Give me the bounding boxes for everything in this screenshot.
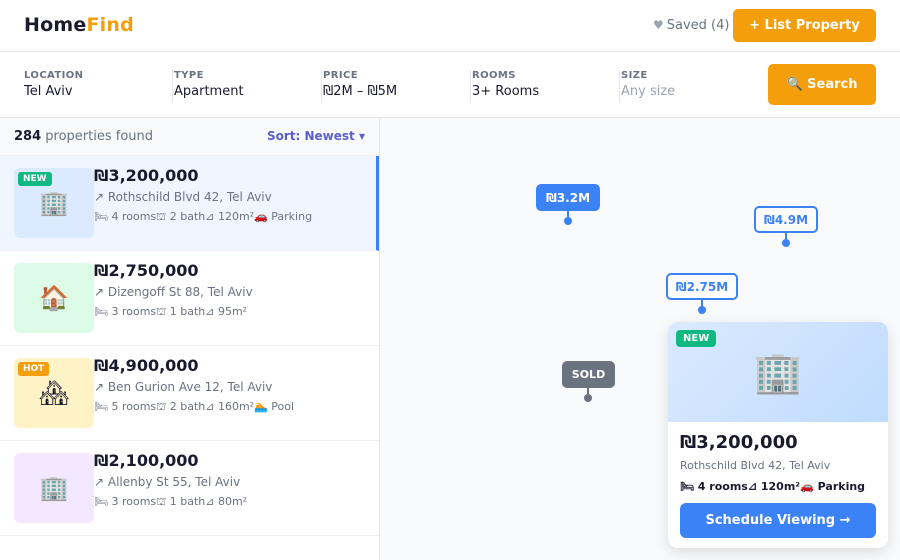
- results-count-number: 284: [14, 129, 42, 144]
- rooms-label: ROOMS: [472, 70, 516, 81]
- new-badge: NEW: [18, 172, 52, 186]
- app-logo[interactable]: HomeFind: [24, 14, 134, 36]
- map-pin[interactable]: ₪3.2M: [536, 184, 600, 225]
- logo-text-find: Find: [86, 14, 134, 36]
- house-icon: 🏠: [39, 284, 69, 312]
- listing-price: ₪2,100,000: [94, 451, 199, 470]
- size-label: SIZE: [621, 70, 648, 81]
- listing-pane: 284 properties found Sort: Newest ▾ 🏢 NE…: [0, 118, 380, 560]
- map-pin-dot: [782, 239, 790, 247]
- schedule-viewing-button[interactable]: Schedule Viewing →: [680, 503, 876, 538]
- type-label: TYPE: [174, 70, 204, 81]
- building-icon: 🏢: [39, 189, 69, 217]
- listing-address: ↗ Allenby St 55, Tel Aviv: [94, 475, 241, 489]
- type-filter[interactable]: TYPE Apartment: [172, 70, 244, 102]
- map-pin-label: ₪4.9M: [754, 206, 818, 233]
- popup-address: Rothschild Blvd 42, Tel Aviv: [680, 459, 831, 472]
- heart-icon: ♥: [653, 18, 664, 32]
- logo-text-home: Home: [24, 14, 87, 36]
- list-property-button[interactable]: + List Property: [733, 9, 876, 42]
- filter-bar: LOCATION Tel Aviv TYPE Apartment PRICE ₪…: [0, 52, 900, 118]
- listing-features: 🛏 3 rooms⛫ 1 bath⊿ 95m²: [94, 305, 248, 318]
- price-filter[interactable]: PRICE ₪2M – ₪5M: [321, 70, 397, 102]
- location-label: LOCATION: [24, 70, 84, 81]
- map-pin-label: SOLD: [562, 361, 615, 388]
- results-header: 284 properties found Sort: Newest ▾: [0, 118, 379, 156]
- popup-price: ₪3,200,000: [680, 432, 798, 453]
- new-badge: NEW: [676, 330, 717, 347]
- map-pin-label: ₪2.75M: [666, 273, 738, 300]
- size-placeholder: Any size: [621, 84, 676, 99]
- size-filter[interactable]: SIZE Any size: [619, 70, 675, 102]
- listing-address: ↗ Rothschild Blvd 42, Tel Aviv: [94, 190, 272, 204]
- listing-popup-card[interactable]: 🏢 NEW ₪3,200,000 Rothschild Blvd 42, Tel…: [668, 322, 888, 548]
- rooms-filter[interactable]: ROOMS 3+ Rooms: [470, 70, 539, 102]
- price-label: PRICE: [323, 70, 358, 81]
- listing-features: 🛏 4 rooms⛫ 2 bath⊿ 120m²🚗 Parking: [94, 210, 313, 223]
- popup-features: 🛏 4 rooms⊿ 120m²🚗 Parking: [680, 480, 866, 493]
- map-pin-sold[interactable]: SOLD: [562, 361, 615, 402]
- results-count-suffix: properties found: [41, 129, 154, 144]
- map-view[interactable]: ₪3.2M ₪4.9M ₪2.75M SOLD 🏢 NEW ₪3,200,000…: [380, 118, 900, 560]
- saved-link[interactable]: ♥ Saved (4): [653, 18, 729, 33]
- results-count: 284 properties found: [14, 129, 153, 144]
- listing-thumbnail: 🏘 HOT: [14, 358, 94, 428]
- building-icon: 🏢: [39, 474, 69, 502]
- houses-icon: 🏘: [38, 379, 70, 407]
- price-value: ₪2M – ₪5M: [323, 84, 398, 99]
- listing-card[interactable]: 🏢 NEW ₪3,200,000 ↗ Rothschild Blvd 42, T…: [0, 156, 379, 251]
- hot-badge: HOT: [18, 362, 50, 376]
- map-pin-label: ₪3.2M: [536, 184, 600, 211]
- listing-price: ₪3,200,000: [94, 166, 199, 185]
- building-icon: 🏢: [753, 349, 803, 396]
- listing-features: 🛏 3 rooms⛫ 1 bath⊿ 80m²: [94, 495, 248, 508]
- location-filter[interactable]: LOCATION Tel Aviv: [24, 70, 83, 102]
- saved-label: Saved (4): [666, 18, 730, 33]
- search-button[interactable]: 🔍 Search: [768, 64, 876, 105]
- location-value: Tel Aviv: [24, 84, 73, 99]
- sort-dropdown[interactable]: Sort: Newest ▾: [267, 129, 365, 143]
- listing-thumbnail: 🏢: [14, 453, 94, 523]
- rooms-value: 3+ Rooms: [472, 84, 540, 99]
- map-pin-dot: [584, 394, 592, 402]
- listing-card[interactable]: 🏘 HOT ₪4,900,000 ↗ Ben Gurion Ave 12, Te…: [0, 346, 379, 441]
- map-pin-dot: [564, 217, 572, 225]
- listing-thumbnail: 🏢 NEW: [14, 168, 94, 238]
- map-pin[interactable]: ₪2.75M: [666, 273, 738, 314]
- type-value: Apartment: [174, 84, 244, 99]
- listing-features: 🛏 5 rooms⛫ 2 bath⊿ 160m²🏊 Pool: [94, 400, 295, 413]
- top-header: HomeFind ♥ Saved (4) + List Property: [0, 0, 900, 52]
- map-pin-dot: [698, 306, 706, 314]
- map-pin[interactable]: ₪4.9M: [754, 206, 818, 247]
- listing-price: ₪4,900,000: [94, 356, 199, 375]
- listing-thumbnail: 🏠: [14, 263, 94, 333]
- listing-address: ↗ Ben Gurion Ave 12, Tel Aviv: [94, 380, 273, 394]
- listing-price: ₪2,750,000: [94, 261, 199, 280]
- listing-card[interactable]: 🏢 ₪2,100,000 ↗ Allenby St 55, Tel Aviv 🛏…: [0, 441, 379, 536]
- listing-address: ↗ Dizengoff St 88, Tel Aviv: [94, 285, 253, 299]
- listing-card[interactable]: 🏠 ₪2,750,000 ↗ Dizengoff St 88, Tel Aviv…: [0, 251, 379, 346]
